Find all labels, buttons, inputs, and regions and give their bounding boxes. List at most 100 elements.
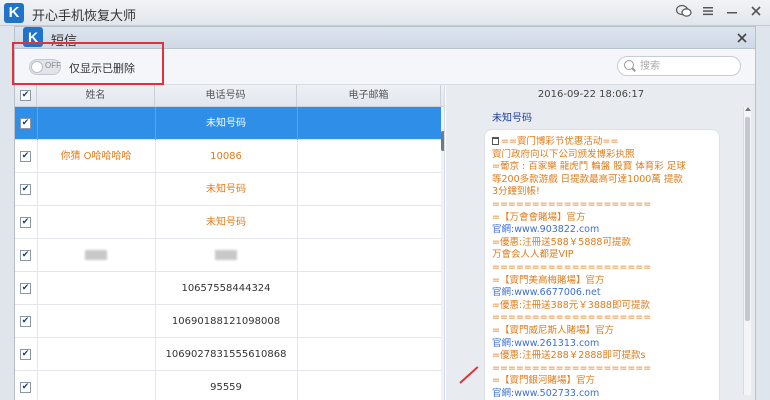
header-name[interactable]: 姓名: [37, 85, 155, 107]
message-line: 等200多款游戲 日提款最高可達1000萬 提款: [492, 174, 712, 187]
search-icon: [624, 60, 634, 70]
row-checkbox[interactable]: ✔: [20, 316, 31, 327]
message-line-text: 賨门政府向以下公司颁发博彩执照: [492, 148, 635, 160]
table-row[interactable]: ✔ 10657558444324: [15, 272, 441, 305]
column-divider: [37, 305, 38, 338]
cell-phone: 10690188121098008: [171, 316, 281, 327]
cell-phone: 95559: [210, 382, 242, 393]
table-row[interactable]: ✔ 未知号码: [15, 173, 441, 206]
column-divider: [37, 140, 38, 173]
message-line-text: 官網:www.6677006.net: [492, 287, 601, 299]
message-line: ====================: [492, 262, 712, 275]
row-checkbox[interactable]: ✔: [20, 283, 31, 294]
message-line-text: ====================: [492, 312, 652, 324]
select-all-checkbox[interactable]: ✔: [20, 90, 31, 101]
app-title: 开心手机恢复大师: [32, 9, 137, 24]
table-row[interactable]: ✔ 10690188121098008: [15, 305, 441, 338]
scroll-up-arrow-icon[interactable]: [745, 107, 751, 111]
header-phone[interactable]: 电话号码: [155, 85, 297, 107]
menu-icon[interactable]: [700, 4, 716, 20]
cell-email: [297, 206, 441, 239]
cell-email: [297, 305, 441, 338]
column-divider: [297, 305, 298, 338]
column-divider: [297, 107, 298, 140]
row-checkbox[interactable]: ✔: [20, 118, 31, 129]
message-scrollbar[interactable]: [743, 107, 751, 395]
message-line: =【賨門銀河賭場】官方: [492, 375, 712, 388]
cell-phone: 未知号码: [206, 184, 246, 195]
cell-phone: 1069027831555610868: [165, 349, 287, 360]
column-divider: [297, 272, 298, 305]
message-line[interactable]: 官網:www.903822.com: [492, 224, 712, 237]
column-divider: [37, 272, 38, 305]
message-line-text: ====================: [492, 261, 652, 273]
row-checkbox[interactable]: ✔: [20, 349, 31, 360]
message-line: =【賨門美高梅賭場】官方: [492, 275, 712, 288]
row-checkbox[interactable]: ✔: [20, 217, 31, 228]
column-divider: [37, 206, 38, 239]
sms-contact-table: ✔ 姓名 电话号码 电子邮箱 ✔ 未知号码 ✔ 你猜 O哈哈哈哈 10086 ✔ 未知号码 ✔…: [15, 85, 445, 400]
column-divider: [297, 173, 298, 206]
message-pane: 2016-09-22 18:06:17 未知号码 ==賨门博彩节优惠活动== 賨门…: [446, 85, 755, 400]
cell-email: [297, 173, 441, 206]
search-input[interactable]: [640, 59, 736, 73]
cell-name: [37, 272, 155, 305]
column-divider: [297, 140, 298, 173]
table-row[interactable]: ✔ 1069027831555610868: [15, 338, 441, 371]
column-divider: [37, 173, 38, 206]
table-row[interactable]: ✔: [15, 239, 441, 272]
message-line[interactable]: 官網:www.261313.com: [492, 338, 712, 351]
message-line-text: 官網:www.502733.com: [492, 387, 600, 399]
column-divider: [297, 239, 298, 272]
cell-email: [297, 371, 441, 400]
message-line: ====================: [492, 199, 712, 212]
message-line: ====================: [492, 312, 712, 325]
message-line: =【万會會賭場】官方: [492, 212, 712, 225]
column-divider: [155, 305, 156, 338]
cell-phone: [155, 239, 297, 272]
message-line-text: =優惠:注冊送388元￥3888即可提款: [492, 299, 650, 311]
message-line[interactable]: 官網:www.502733.com: [492, 388, 712, 400]
minimize-icon[interactable]: [724, 4, 740, 20]
cell-name: [37, 371, 155, 400]
cell-name: 你猜 O哈哈哈哈: [60, 151, 132, 162]
cell-name: [37, 239, 155, 272]
header-email[interactable]: 电子邮箱: [297, 85, 441, 107]
table-header: ✔ 姓名 电话号码 电子邮箱: [15, 85, 444, 107]
table-scrollbar-thumb[interactable]: [441, 131, 444, 151]
message-line: =【賨門威尼斯人賭場】官方: [492, 325, 712, 338]
message-line-text: =【賨門美高梅賭場】官方: [492, 274, 605, 286]
message-bubble: ==賨门博彩节优惠活动== 賨门政府向以下公司颁发博彩执照 =葡京 : 百家樂 龍虎…: [484, 129, 720, 400]
row-checkbox[interactable]: ✔: [20, 151, 31, 162]
table-row[interactable]: ✔ 95559: [15, 371, 441, 400]
column-divider: [37, 239, 38, 272]
header-select-all-cell: ✔: [15, 85, 37, 107]
cell-email: [297, 239, 441, 272]
app-logo-icon: K: [4, 3, 24, 23]
row-checkbox[interactable]: ✔: [20, 250, 31, 261]
redacted-value: [215, 250, 237, 260]
message-line-text: =【賨門威尼斯人賭場】官方: [492, 324, 614, 336]
wechat-icon[interactable]: [675, 4, 692, 20]
message-line: ====================: [492, 363, 712, 376]
message-line[interactable]: 官網:www.6677006.net: [492, 287, 712, 300]
column-divider: [155, 206, 156, 239]
column-divider: [155, 107, 156, 140]
close-icon[interactable]: [748, 4, 764, 20]
row-checkbox[interactable]: ✔: [20, 382, 31, 393]
cell-email: [297, 107, 441, 140]
message-line-text: 官網:www.261313.com: [492, 337, 600, 349]
table-row[interactable]: ✔ 未知号码: [15, 107, 441, 140]
column-divider: [155, 272, 156, 305]
table-row[interactable]: ✔ 未知号码: [15, 206, 441, 239]
table-scrollbar[interactable]: [441, 107, 444, 400]
message-line: =葡京 : 百家樂 龍虎鬥 輪盤 股寶 体育彩 足球: [492, 161, 712, 174]
cell-name: [37, 305, 155, 338]
search-box[interactable]: [617, 56, 741, 76]
row-checkbox[interactable]: ✔: [20, 184, 31, 195]
message-line-text: 万會会人人都是VIP: [492, 249, 574, 261]
table-row[interactable]: ✔ 你猜 O哈哈哈哈 10086: [15, 140, 441, 173]
message-scrollbar-thumb[interactable]: [745, 117, 750, 321]
dialog-close-icon[interactable]: [737, 29, 747, 47]
column-divider: [155, 173, 156, 206]
